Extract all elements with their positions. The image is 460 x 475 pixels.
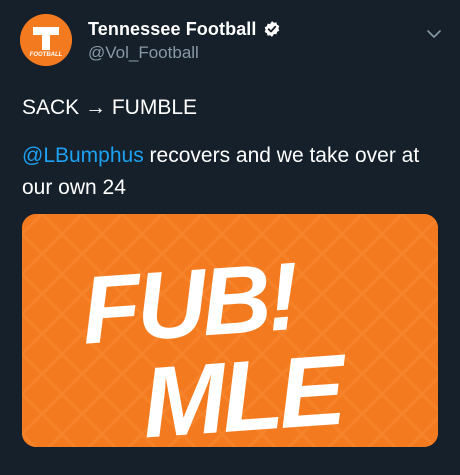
graphic-text-line2: MLE [139,333,353,447]
tennessee-logo-icon: FOOTBALL [20,14,72,66]
tweet-header: FOOTBALL Tennessee Football @Vol_Footbal… [20,14,442,66]
mention-link[interactable]: @LBumphus [22,144,144,167]
account-names: Tennessee Football @Vol_Football [88,18,281,63]
avatar-caption: FOOTBALL [30,52,63,58]
fumble-graphic: FUB! MLE [22,214,438,447]
tweet-text-line1: SACK → FUMBLE [22,96,198,119]
chevron-down-icon[interactable] [426,26,442,42]
verified-badge-icon [264,21,279,37]
tweet-media-image[interactable]: FUB! MLE [22,214,438,447]
tweet-card: FOOTBALL Tennessee Football @Vol_Footbal… [0,0,460,475]
display-name[interactable]: Tennessee Football [88,19,257,40]
avatar[interactable]: FOOTBALL [20,14,72,66]
account-handle[interactable]: @Vol_Football [88,43,281,63]
tweet-text-body: @LBumphus recovers and we take over at o… [22,140,442,204]
